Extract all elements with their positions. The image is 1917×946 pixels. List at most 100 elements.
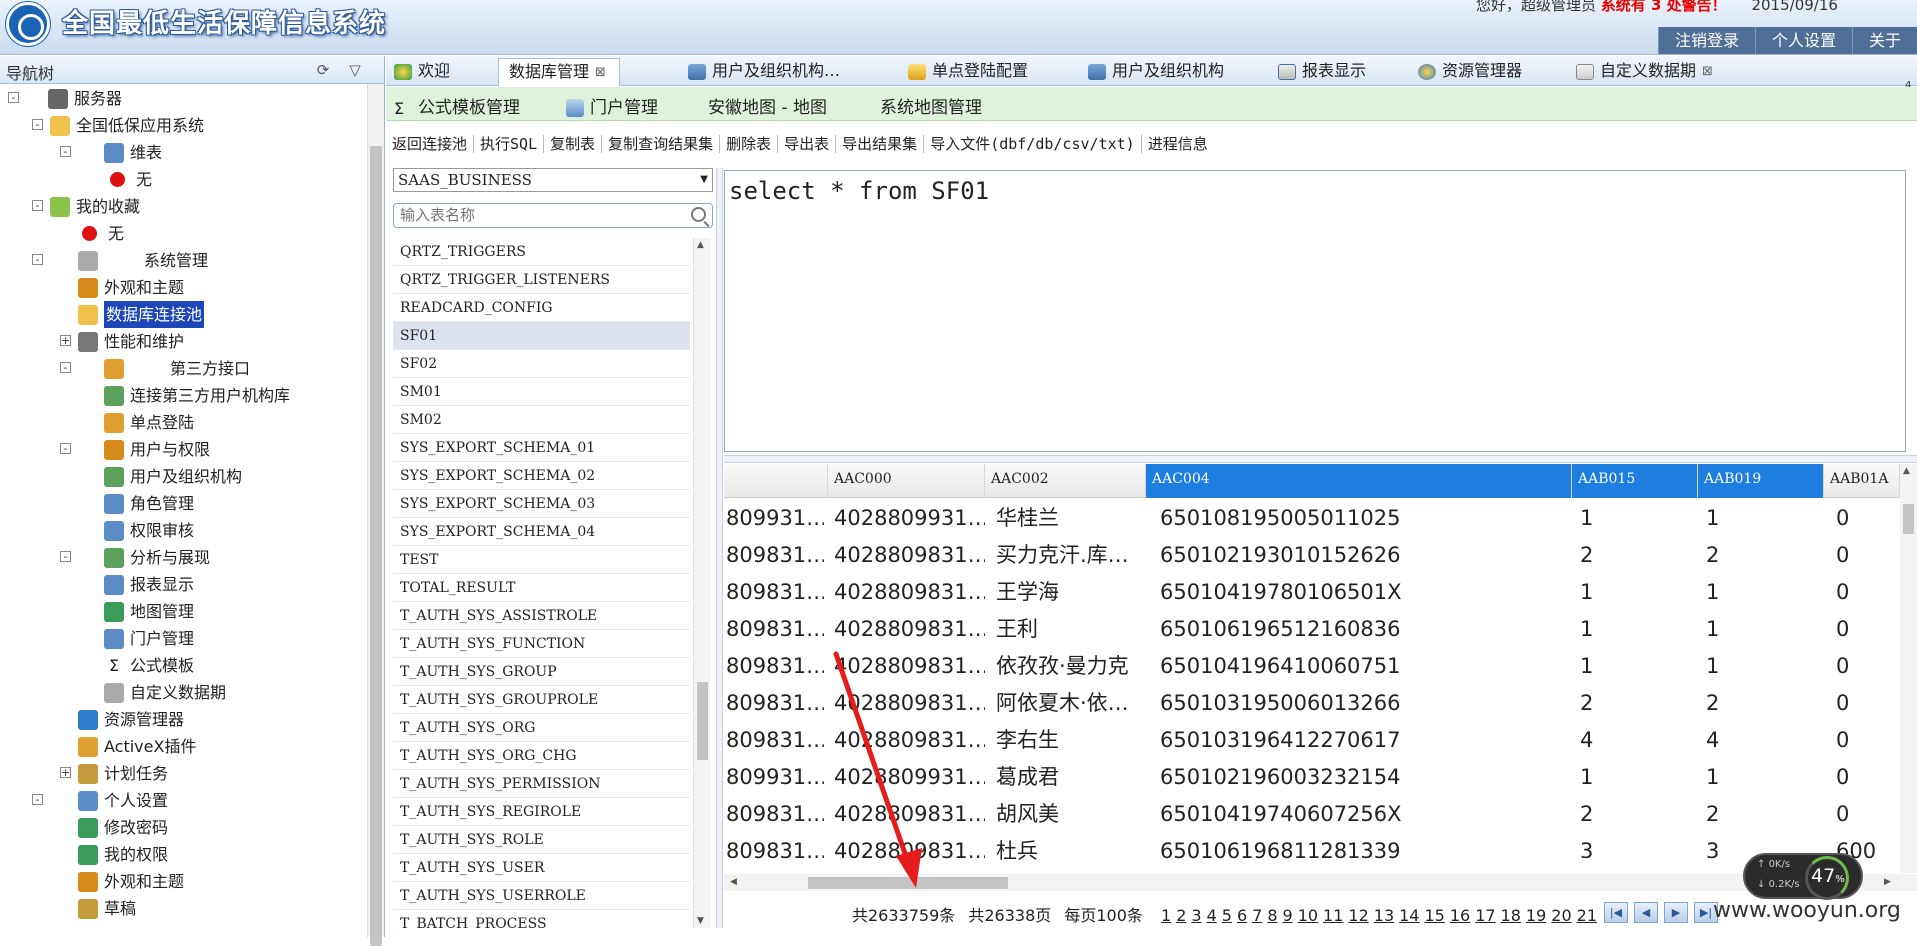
- page-link[interactable]: 12: [1348, 906, 1368, 925]
- table-list-item[interactable]: T_AUTH_SYS_ASSISTROLE: [393, 602, 690, 630]
- tab-custom-data-period[interactable]: 自定义数据期 ⊠: [1576, 58, 1716, 86]
- horizontal-splitter[interactable]: [724, 455, 1917, 463]
- search-icon[interactable]: [691, 207, 706, 222]
- table-list-item[interactable]: SYS_EXPORT_SCHEMA_04: [393, 518, 690, 546]
- table-list-item[interactable]: T_AUTH_SYS_ORG: [393, 714, 690, 742]
- table-list-item[interactable]: T_AUTH_SYS_FUNCTION: [393, 630, 690, 658]
- subnav-formula-template[interactable]: Σ 公式模板管理: [394, 93, 520, 118]
- collapse-toggle-icon[interactable]: -: [60, 551, 71, 562]
- page-link[interactable]: 19: [1526, 906, 1546, 925]
- back-to-pool-button[interactable]: 返回连接池: [386, 135, 475, 153]
- page-link[interactable]: 5: [1222, 906, 1232, 925]
- page-link[interactable]: 16: [1450, 906, 1470, 925]
- process-info-button[interactable]: 进程信息: [1142, 135, 1214, 153]
- sql-input[interactable]: select * from SF01: [725, 171, 1905, 451]
- tree-item[interactable]: 连接第三方用户机构库: [0, 382, 365, 409]
- tab-report-display[interactable]: 报表显示: [1278, 58, 1366, 86]
- next-page-button[interactable]: ▶: [1664, 902, 1688, 923]
- execute-sql-button[interactable]: 执行SQL: [474, 135, 545, 153]
- scroll-down-icon[interactable]: ▼: [697, 916, 704, 926]
- page-link[interactable]: 1: [1161, 906, 1171, 925]
- page-link[interactable]: 13: [1374, 906, 1394, 925]
- logout-button[interactable]: 注销登录: [1657, 27, 1755, 54]
- grid-column-header[interactable]: AAC002: [985, 464, 1146, 498]
- tree-item[interactable]: Σ 公式模板: [0, 652, 365, 679]
- page-link[interactable]: 10: [1298, 906, 1318, 925]
- table-list-scroll-thumb[interactable]: [697, 682, 708, 760]
- tree-item[interactable]: 外观和主题: [0, 868, 365, 895]
- grid-column-header[interactable]: AAB01A: [1824, 464, 1900, 498]
- page-link[interactable]: 7: [1252, 906, 1262, 925]
- collapse-toggle-icon[interactable]: -: [32, 794, 43, 805]
- tree-item[interactable]: 外观和主题: [0, 274, 365, 301]
- vertical-splitter[interactable]: [716, 168, 723, 928]
- collapse-toggle-icon[interactable]: -: [32, 200, 43, 211]
- page-link[interactable]: 9: [1283, 906, 1293, 925]
- table-list-item[interactable]: SF01: [393, 322, 690, 350]
- tree-item[interactable]: + 计划任务: [0, 760, 365, 787]
- tree-item[interactable]: - 个人设置: [0, 787, 365, 814]
- copy-resultset-button[interactable]: 复制查询结果集: [602, 135, 721, 153]
- expand-toggle-icon[interactable]: +: [60, 767, 71, 778]
- tab-database-management[interactable]: 数据库管理 ⊠: [498, 58, 621, 86]
- scroll-right-icon[interactable]: ▶: [1884, 877, 1891, 887]
- delete-table-button[interactable]: 删除表: [720, 135, 779, 153]
- tree-item[interactable]: - 服务器: [0, 85, 365, 112]
- tree-item[interactable]: + 性能和维护: [0, 328, 365, 355]
- table-list-item[interactable]: SYS_EXPORT_SCHEMA_01: [393, 434, 690, 462]
- table-list-item[interactable]: T_AUTH_SYS_GROUPROLE: [393, 686, 690, 714]
- grid-column-header[interactable]: AAB015: [1572, 464, 1698, 498]
- schema-select[interactable]: SAAS_BUSINESS ▼: [393, 168, 713, 192]
- subnav-system-map[interactable]: 系统地图管理: [880, 93, 982, 118]
- scroll-up-icon[interactable]: ▲: [1903, 466, 1910, 476]
- prev-page-button[interactable]: ◀: [1634, 902, 1658, 923]
- table-list-item[interactable]: T_BATCH_PROCESS: [393, 910, 690, 928]
- table-list-item[interactable]: SF02: [393, 350, 690, 378]
- grid-row[interactable]: 809831… 4028809831… 买力克汗.库… 650102193010152…: [724, 537, 1900, 574]
- table-list-item[interactable]: TOTAL_RESULT: [393, 574, 690, 602]
- tree-item[interactable]: 我的权限: [0, 841, 365, 868]
- copy-table-button[interactable]: 复制表: [544, 135, 603, 153]
- grid-column-header[interactable]: AAC000: [828, 464, 985, 498]
- table-list-item[interactable]: T_AUTH_SYS_GROUP: [393, 658, 690, 686]
- page-link[interactable]: 8: [1267, 906, 1277, 925]
- tree-item[interactable]: 无: [0, 220, 365, 247]
- table-search-input[interactable]: [394, 204, 674, 227]
- import-file-button[interactable]: 导入文件(dbf/db/csv/txt): [924, 135, 1142, 153]
- about-button[interactable]: 关于: [1851, 27, 1917, 54]
- first-page-button[interactable]: |◀: [1604, 902, 1628, 923]
- tree-item[interactable]: - 全国低保应用系统: [0, 112, 365, 139]
- tab-welcome[interactable]: 欢迎: [394, 58, 450, 86]
- table-list-item[interactable]: READCARD_CONFIG: [393, 294, 690, 322]
- grid-column-header[interactable]: [724, 464, 828, 498]
- table-list-item[interactable]: T_AUTH_SYS_USER: [393, 854, 690, 882]
- tab-sso-config[interactable]: 单点登陆配置: [908, 58, 1028, 86]
- table-list-item[interactable]: T_AUTH_SYS_USERROLE: [393, 882, 690, 910]
- tab-user-org-1[interactable]: 用户及组织机构…: [688, 58, 840, 86]
- export-resultset-button[interactable]: 导出结果集: [836, 135, 925, 153]
- page-link[interactable]: 20: [1551, 906, 1571, 925]
- grid-vertical-scrollbar[interactable]: ▲: [1900, 464, 1917, 873]
- tree-item[interactable]: 报表显示: [0, 571, 365, 598]
- table-list-item[interactable]: QRTZ_TRIGGER_LISTENERS: [393, 266, 690, 294]
- grid-row[interactable]: 809831… 4028809831… 王学海 65010419780106501X 1…: [724, 574, 1900, 611]
- table-list-scrollbar[interactable]: ▲ ▼: [693, 238, 710, 928]
- network-speed-widget[interactable]: ↑ 0K/s ↓ 0.2K/s 47%: [1743, 853, 1863, 900]
- refresh-icon[interactable]: ⟳: [314, 61, 332, 79]
- table-list-item[interactable]: SYS_EXPORT_SCHEMA_03: [393, 490, 690, 518]
- collapse-toggle-icon[interactable]: -: [32, 254, 43, 265]
- tree-item[interactable]: 自定义数据期: [0, 679, 365, 706]
- page-link[interactable]: 15: [1424, 906, 1444, 925]
- tree-item[interactable]: 地图管理: [0, 598, 365, 625]
- tree-item[interactable]: 门户管理: [0, 625, 365, 652]
- tree-item[interactable]: 单点登陆: [0, 409, 365, 436]
- table-list-item[interactable]: T_AUTH_SYS_PERMISSION: [393, 770, 690, 798]
- subnav-portal-management[interactable]: 门户管理: [566, 93, 658, 118]
- close-icon[interactable]: ⊠: [595, 65, 609, 80]
- tree-item[interactable]: 数据库连接池: [0, 301, 365, 328]
- page-link[interactable]: 17: [1475, 906, 1495, 925]
- collapse-toggle-icon[interactable]: -: [60, 443, 71, 454]
- close-icon[interactable]: ⊠: [1702, 64, 1716, 79]
- scroll-left-icon[interactable]: ◀: [730, 877, 737, 887]
- tab-user-org-2[interactable]: 用户及组织机构: [1088, 58, 1224, 86]
